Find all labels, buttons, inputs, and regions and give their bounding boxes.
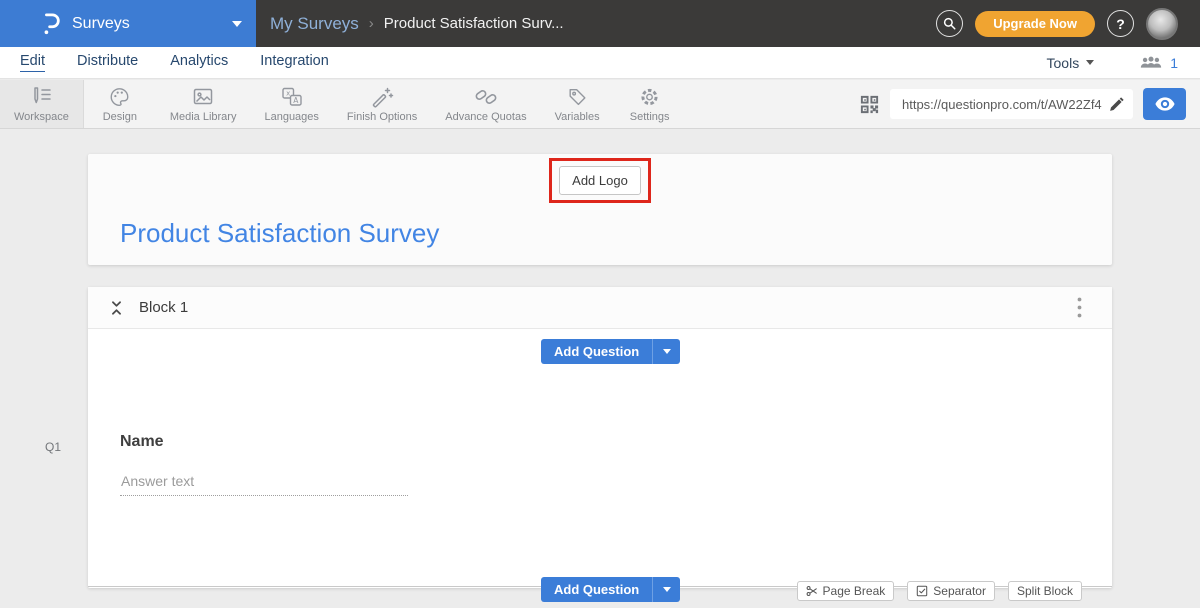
survey-header-card: Add Logo Product Satisfaction Survey	[88, 154, 1112, 265]
add-question-split-button: Add Question	[541, 577, 680, 602]
breadcrumb-separator-icon: ›	[369, 15, 374, 32]
separator-label: Separator	[933, 584, 986, 598]
toolbar-item-label: Languages	[264, 111, 318, 123]
chain-link-icon	[474, 86, 498, 108]
toolbar-item-label: Advance Quotas	[445, 111, 526, 123]
question-text[interactable]: Name	[120, 433, 164, 451]
separator-checkbox-icon	[916, 585, 928, 597]
block-footer-buttons: Page Break Separator Split Block	[797, 581, 1082, 601]
block-name[interactable]: Block 1	[139, 299, 188, 316]
people-icon	[1140, 55, 1162, 70]
toolbar-item-media-library[interactable]: Media Library	[156, 80, 251, 128]
toolbar-item-variables[interactable]: Variables	[541, 80, 614, 128]
kebab-menu-icon	[1077, 297, 1082, 318]
page-break-label: Page Break	[823, 584, 886, 598]
image-icon	[191, 86, 215, 108]
section-nav: Edit Distribute Analytics Integration To…	[0, 47, 1200, 79]
page-break-icon	[806, 585, 818, 597]
help-button[interactable]: ?	[1107, 10, 1134, 37]
workspace-icon	[29, 86, 53, 108]
add-logo-button[interactable]: Add Logo	[559, 166, 641, 195]
answer-text-placeholder[interactable]: Answer text	[121, 473, 194, 489]
toolbar-right: https://questionpro.com/t/AW22Zf4	[859, 80, 1200, 128]
chevron-down-icon	[663, 349, 671, 354]
toolbar-item-label: Finish Options	[347, 111, 417, 123]
tab-integration[interactable]: Integration	[260, 53, 329, 72]
annotation-highlight-box: Add Logo	[549, 158, 651, 203]
toolbar-item-languages[interactable]: x A Languages	[250, 80, 332, 128]
top-bar-actions: Upgrade Now ?	[936, 8, 1200, 40]
tools-dropdown[interactable]: Tools	[1047, 55, 1080, 71]
tab-analytics[interactable]: Analytics	[170, 53, 228, 72]
search-icon	[942, 16, 957, 31]
qr-code-button[interactable]	[859, 94, 880, 115]
page-break-button[interactable]: Page Break	[797, 581, 895, 601]
toolbar-item-label: Design	[103, 111, 137, 123]
toolbar-item-label: Workspace	[14, 111, 69, 123]
questionpro-logo	[40, 12, 62, 36]
split-block-label: Split Block	[1017, 584, 1073, 598]
svg-text:x: x	[286, 89, 290, 97]
chevron-down-icon	[232, 21, 242, 27]
separator-button[interactable]: Separator	[907, 581, 995, 601]
gear-icon	[638, 86, 661, 108]
toolbar-item-label: Settings	[630, 111, 670, 123]
preview-button[interactable]	[1143, 88, 1186, 120]
avatar[interactable]	[1146, 8, 1178, 40]
palette-icon	[108, 86, 131, 108]
eye-icon	[1155, 97, 1175, 111]
toolbar-item-label: Media Library	[170, 111, 237, 123]
edit-url-button[interactable]	[1108, 96, 1125, 113]
toolbar-item-advance-quotas[interactable]: Advance Quotas	[431, 80, 540, 128]
search-button[interactable]	[936, 10, 963, 37]
survey-title[interactable]: Product Satisfaction Survey	[120, 218, 439, 249]
product-switcher[interactable]: Surveys	[0, 0, 256, 47]
add-question-button[interactable]: Add Question	[541, 577, 653, 602]
tab-distribute[interactable]: Distribute	[77, 53, 138, 72]
translate-icon: x A	[280, 86, 304, 108]
chevron-down-icon[interactable]	[1086, 60, 1094, 65]
block-body: Add Question Name Answer text	[88, 329, 1112, 587]
breadcrumb-current: Product Satisfaction Surv...	[384, 15, 564, 32]
block-card: Block 1 Add Question Name Answer text A	[88, 287, 1112, 588]
top-bar: Surveys My Surveys › Product Satisfactio…	[0, 0, 1200, 47]
block-menu-button[interactable]	[1073, 293, 1086, 322]
magic-wand-icon	[370, 86, 394, 108]
toolbar-item-label: Variables	[555, 111, 600, 123]
add-question-dropdown-button[interactable]	[653, 577, 680, 602]
toolbar-item-design[interactable]: Design	[84, 80, 156, 128]
tab-edit[interactable]: Edit	[20, 53, 45, 72]
pencil-icon	[1108, 96, 1125, 113]
toolbar-item-settings[interactable]: Settings	[614, 80, 686, 128]
nav-tabs: Edit Distribute Analytics Integration	[20, 53, 329, 72]
question-mark-icon: ?	[1116, 16, 1125, 32]
add-question-dropdown-button[interactable]	[653, 339, 680, 364]
chevron-down-icon	[663, 587, 671, 592]
add-question-split-button: Add Question	[541, 339, 680, 364]
app-name: Surveys	[72, 15, 232, 33]
collaborators-button[interactable]: 1	[1140, 55, 1178, 71]
toolbar-item-workspace[interactable]: Workspace	[0, 80, 84, 128]
collaborators-count: 1	[1170, 55, 1178, 71]
edit-toolbar: Workspace Design Media Library x	[0, 80, 1200, 129]
survey-editor-canvas: Add Logo Product Satisfaction Survey Q1 …	[0, 129, 1200, 608]
breadcrumb-parent[interactable]: My Surveys	[270, 14, 359, 34]
nav-right: Tools 1	[1047, 55, 1178, 71]
add-question-button[interactable]: Add Question	[541, 339, 653, 364]
question-number: Q1	[45, 440, 61, 454]
survey-url-field[interactable]: https://questionpro.com/t/AW22Zf4	[890, 89, 1133, 119]
collapse-icon	[110, 300, 123, 316]
block-header: Block 1	[88, 287, 1112, 329]
collapse-block-button[interactable]	[110, 300, 123, 316]
survey-url[interactable]: https://questionpro.com/t/AW22Zf4	[902, 97, 1108, 112]
qr-code-icon	[859, 94, 880, 115]
answer-input-line[interactable]	[120, 495, 408, 496]
svg-text:A: A	[293, 95, 299, 104]
split-block-button[interactable]: Split Block	[1008, 581, 1082, 601]
top-bar-right: My Surveys › Product Satisfaction Surv..…	[256, 0, 1200, 47]
tag-icon	[566, 86, 589, 108]
upgrade-now-button[interactable]: Upgrade Now	[975, 11, 1095, 37]
toolbar-item-finish-options[interactable]: Finish Options	[333, 80, 431, 128]
